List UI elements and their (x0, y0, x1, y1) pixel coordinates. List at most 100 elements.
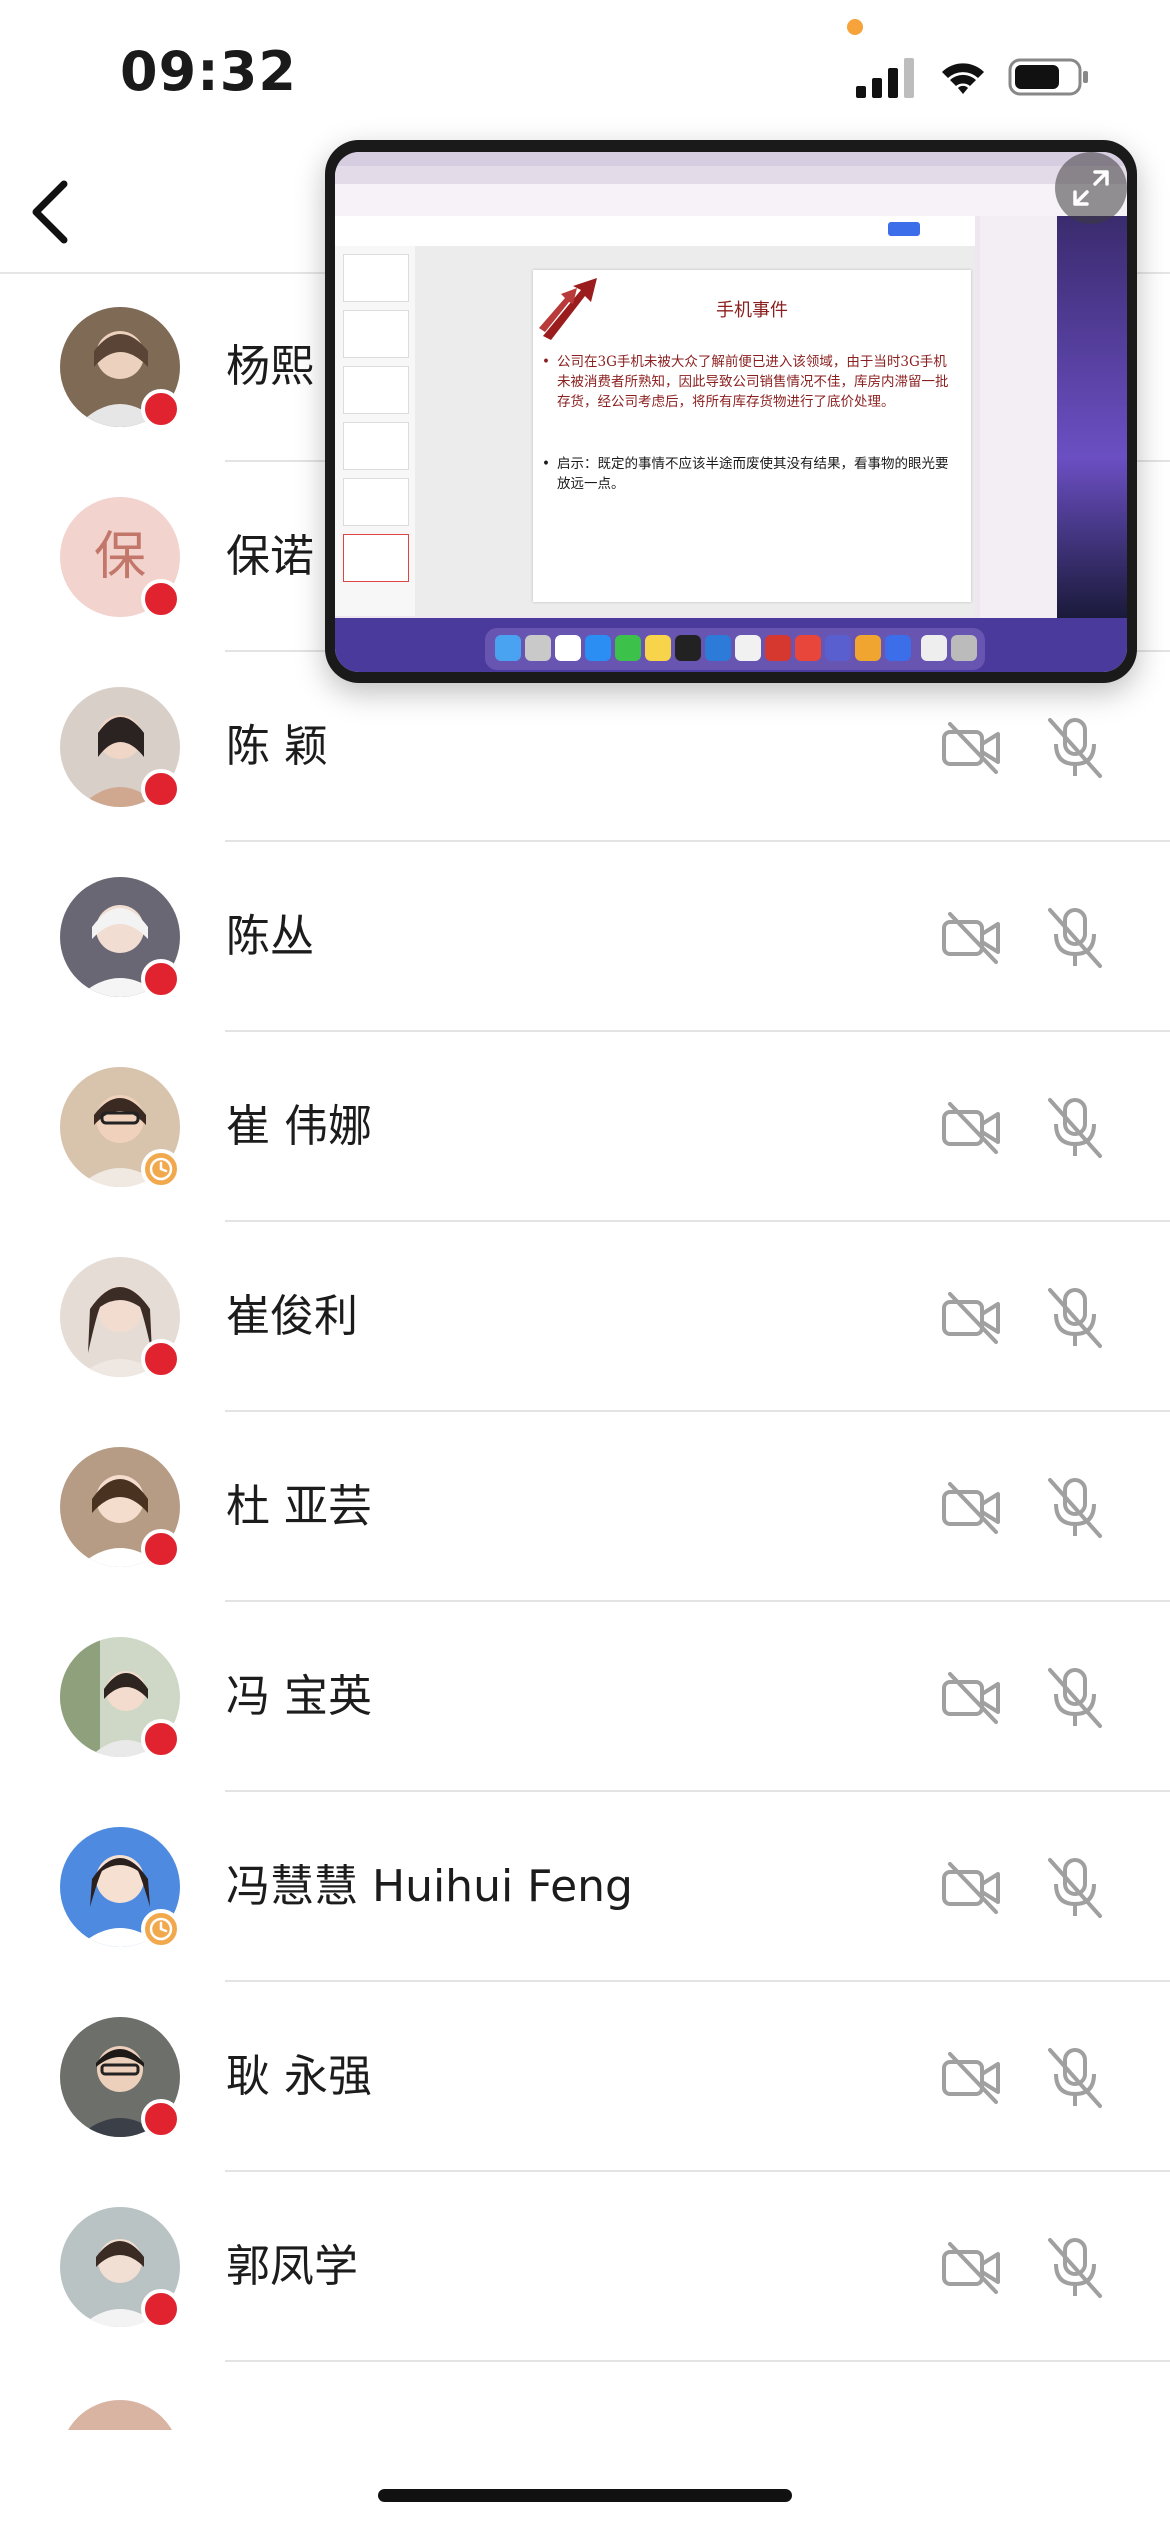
participant-row[interactable]: 冯慧慧 Huihui Feng (0, 1792, 1170, 1982)
chrome-icon (855, 635, 881, 661)
participant-row[interactable]: 冯 宝英 (0, 1602, 1170, 1792)
status-badge (141, 2099, 181, 2139)
bullet: • (542, 354, 550, 370)
home-indicator[interactable] (378, 2489, 792, 2502)
teams-icon (825, 635, 851, 661)
status-bar: 09:32 (0, 0, 1170, 150)
participant-name: 耿 永强 (226, 2051, 372, 2102)
slide-paragraph-text: 启示：既定的事情不应该半途而废使其没有结果，看事物的眼光要放远一点。 (557, 456, 949, 492)
microphone-off-icon[interactable] (1046, 1094, 1104, 1162)
slide-thumbnail-active (343, 534, 409, 582)
shared-screen: 手机事件 • 公司在3G手机未被大众了解前便已进入该领域，由于当时3G手机未被消费… (335, 152, 1127, 672)
finder-icon (495, 635, 521, 661)
waiting-clock-icon (141, 1149, 181, 1189)
status-badge (141, 1529, 181, 1569)
camera-off-icon[interactable] (940, 1860, 1002, 1916)
launchpad-icon (525, 635, 551, 661)
mac-dock (485, 628, 985, 670)
participant-name: 崔俊利 (226, 1291, 358, 1342)
participant-name: 冯 宝英 (226, 1671, 372, 1722)
slide-thumbnails (335, 246, 415, 616)
battery-icon (1008, 58, 1088, 96)
camera-off-icon[interactable] (940, 1670, 1002, 1726)
lark-icon (885, 635, 911, 661)
slide-thumbnail (343, 422, 409, 470)
share-button (888, 222, 920, 236)
app-icon (795, 635, 821, 661)
mac-menubar (335, 152, 1127, 166)
expand-button[interactable] (1055, 152, 1127, 224)
microphone-off-icon[interactable] (1046, 1284, 1104, 1352)
wps-icon (765, 635, 791, 661)
status-badge (141, 769, 181, 809)
camera-off-icon[interactable] (940, 1100, 1002, 1156)
participant-row[interactable]: 崔 伟娜 (0, 1032, 1170, 1222)
cellular-signal-icon (856, 58, 914, 98)
participant-name: 杜 亚芸 (226, 1481, 372, 1532)
slide-paragraph-text: 公司在3G手机未被大众了解前便已进入该领域，由于当时3G手机未被消费者所熟知，因… (557, 354, 949, 410)
wechat-icon (615, 635, 641, 661)
wifi-icon (942, 63, 984, 94)
status-time: 09:32 (120, 40, 297, 103)
participant-row[interactable]: 崔俊利 (0, 1222, 1170, 1412)
next-participant-avatar-peek (60, 2400, 180, 2430)
participant-name: 崔 伟娜 (226, 1101, 372, 1152)
microphone-off-icon[interactable] (1046, 2044, 1104, 2112)
status-badge (141, 579, 181, 619)
participant-name: 郭凤学 (226, 2241, 358, 2292)
slide-paragraph: • 启示：既定的事情不应该半途而废使其没有结果，看事物的眼光要放远一点。 (542, 454, 957, 494)
document-header (335, 216, 975, 247)
camera-off-icon[interactable] (940, 1480, 1002, 1536)
trash-icon (951, 635, 977, 661)
browser-address-bar (335, 184, 1127, 203)
status-badge (141, 1719, 181, 1759)
camera-off-icon[interactable] (940, 1290, 1002, 1346)
app-store-icon (585, 635, 611, 661)
microphone-off-icon[interactable] (1046, 714, 1104, 782)
browser-icon (705, 635, 731, 661)
microphone-off-icon[interactable] (1046, 904, 1104, 972)
status-badge (141, 2289, 181, 2329)
waiting-clock-icon (141, 1909, 181, 1949)
slide-paragraph: • 公司在3G手机未被大众了解前便已进入该领域，由于当时3G手机未被消费者所熟知，… (542, 352, 957, 412)
participant-name: 冯慧慧 Huihui Feng (226, 1861, 633, 1912)
slide-thumbnail (343, 478, 409, 526)
screenshot-icon (735, 635, 761, 661)
presentation-slide: 手机事件 • 公司在3G手机未被大众了解前便已进入该领域，由于当时3G手机未被消费… (533, 270, 971, 602)
browser-bookmarks-bar (335, 202, 1127, 216)
participant-row[interactable]: 耿 永强 (0, 1982, 1170, 2172)
participant-row[interactable]: 郭凤学 (0, 2172, 1170, 2362)
status-badge (141, 1339, 181, 1379)
microphone-in-use-indicator (847, 19, 863, 35)
notes-icon (645, 635, 671, 661)
camera-off-icon[interactable] (940, 2050, 1002, 2106)
camera-off-icon[interactable] (940, 2240, 1002, 2296)
participant-name: 杨熙 (226, 341, 314, 392)
status-badge (141, 389, 181, 429)
bullet: • (542, 456, 550, 472)
back-chevron-icon[interactable] (22, 172, 82, 252)
microphone-off-icon[interactable] (1046, 1664, 1104, 1732)
participant-name: 陈丛 (226, 911, 314, 962)
microphone-off-icon[interactable] (1046, 1474, 1104, 1542)
camera-off-icon[interactable] (940, 910, 1002, 966)
calendar-icon (555, 635, 581, 661)
participant-name: 陈 颖 (226, 721, 328, 772)
desktop-background (1057, 216, 1127, 618)
participant-name: 保诺 (226, 531, 314, 582)
participant-row[interactable]: 杜 亚芸 (0, 1412, 1170, 1602)
slide-thumbnail (343, 254, 409, 302)
slide-title: 手机事件 (716, 300, 788, 321)
camera-off-icon[interactable] (940, 720, 1002, 776)
slide-thumbnail (343, 366, 409, 414)
microphone-off-icon[interactable] (1046, 1854, 1104, 1922)
screen-share-pip[interactable]: 手机事件 • 公司在3G手机未被大众了解前便已进入该领域，由于当时3G手机未被消费… (325, 140, 1137, 683)
slide-thumbnail (343, 310, 409, 358)
participant-row[interactable]: 陈丛 (0, 842, 1170, 1032)
microphone-off-icon[interactable] (1046, 2234, 1104, 2302)
safari-icon (675, 635, 701, 661)
preview-icon (921, 635, 947, 661)
status-badge (141, 959, 181, 999)
expand-arrows-icon (1073, 170, 1109, 206)
browser-tabs (335, 166, 1127, 184)
